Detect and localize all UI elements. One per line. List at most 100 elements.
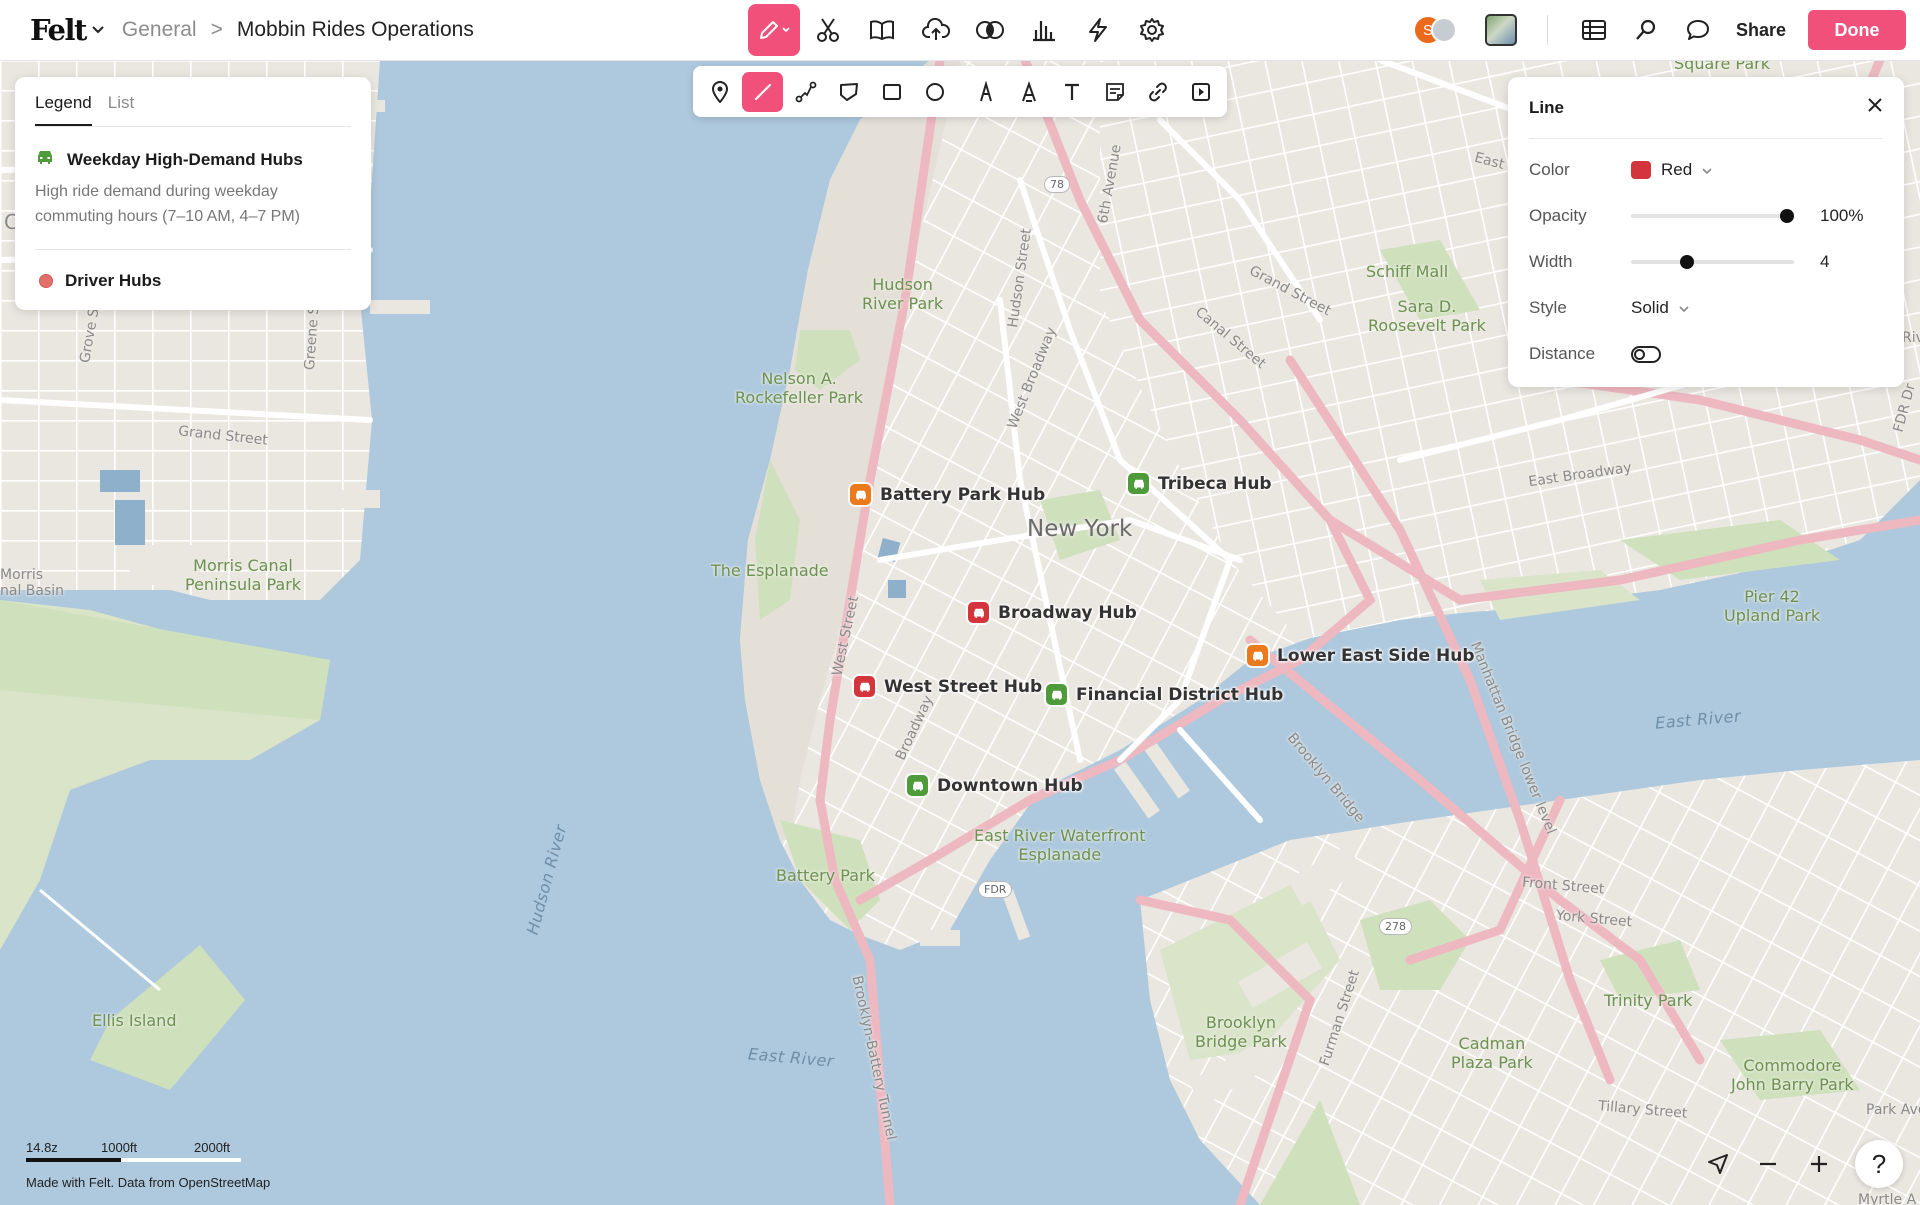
basemap-thumbnail[interactable] [1484,14,1517,46]
felt-logo[interactable]: Felt [30,13,87,47]
legend-layer-title: Driver Hubs [65,271,162,290]
gear-icon[interactable] [1126,4,1178,56]
locate-icon[interactable] [1700,1146,1736,1182]
chevron-down-icon[interactable] [92,21,104,39]
route-icon[interactable] [785,72,826,112]
slider-thumb[interactable] [1780,209,1794,223]
close-icon[interactable] [1867,97,1883,118]
hub-label: Battery Park Hub [880,484,1046,505]
scale-mark: 2000ft [194,1140,231,1155]
legend-layer-title: Weekday High-Demand Hubs [67,149,303,169]
car-icon [968,602,989,623]
scale-segment [26,1158,121,1162]
marker-icon[interactable] [965,72,1006,112]
share-button[interactable]: Share [1736,20,1786,41]
rectangle-icon[interactable] [871,72,912,112]
hub-marker[interactable]: Financial District Hub [1046,684,1283,705]
color-value: Red [1661,160,1693,179]
scissors-icon[interactable] [802,4,854,56]
hub-marker[interactable]: Downtown Hub [907,775,1083,796]
width-value: 4 [1820,252,1830,271]
highlighter-icon[interactable] [1008,72,1049,112]
chevron-down-icon [1702,161,1712,179]
project-title[interactable]: Mobbin Rides Operations [237,18,474,42]
divider [35,249,351,250]
avatar-secondary[interactable] [1430,17,1457,43]
hub-marker[interactable]: Battery Park Hub [850,484,1045,505]
car-icon [35,149,55,170]
done-button[interactable]: Done [1808,10,1906,50]
red-dot-icon [39,274,53,288]
comment-icon[interactable] [1676,8,1720,52]
attribution: Made with Felt. Data from OpenStreetMap [26,1175,271,1190]
opacity-slider[interactable] [1631,209,1794,223]
upload-cloud-icon[interactable] [910,4,962,56]
hub-label: Financial District Hub [1076,684,1284,705]
drawing-toolbar [693,66,1227,117]
width-slider[interactable] [1631,255,1794,269]
hub-label: Lower East Side Hub [1277,645,1475,666]
legend-layer-driver-hubs[interactable]: Driver Hubs [35,271,351,291]
scale-segment [121,1158,241,1162]
breadcrumb-parent[interactable]: General [122,18,197,42]
car-icon [907,775,928,796]
zoom-out-button[interactable] [1750,1146,1786,1182]
search-icon[interactable] [1624,8,1668,52]
distance-toggle[interactable] [1631,345,1661,363]
hub-marker[interactable]: West Street Hub [854,676,1042,697]
book-icon[interactable] [856,4,908,56]
tab-list[interactable]: List [108,93,134,126]
main-toolbar [748,4,1178,56]
tab-legend[interactable]: Legend [35,93,92,126]
line-icon[interactable] [742,71,783,112]
hub-label: Broadway Hub [998,602,1137,623]
divider [1546,15,1548,45]
legend-layer-high-demand[interactable]: Weekday High-Demand Hubs [35,149,351,170]
panel-title: Line [1529,97,1564,117]
hub-marker[interactable]: Broadway Hub [968,602,1137,623]
hub-label: Downtown Hub [937,775,1083,796]
breadcrumb-separator: > [210,18,223,41]
help-button[interactable]: ? [1855,1140,1903,1188]
scale-mark: 1000ft [101,1140,138,1155]
lightning-icon[interactable] [1072,4,1124,56]
opacity-label: Opacity [1529,206,1587,225]
hub-marker[interactable]: Lower East Side Hub [1247,645,1474,666]
link-icon[interactable] [1137,72,1178,112]
width-label: Width [1529,252,1573,271]
table-icon[interactable] [1572,8,1616,52]
color-select[interactable]: Red [1631,160,1712,180]
bar-chart-icon[interactable] [1018,4,1070,56]
pin-icon[interactable] [699,72,740,112]
circle-icon[interactable] [914,72,955,112]
zoom-level: 14.8z [26,1140,58,1155]
zoom-in-button[interactable] [1801,1146,1837,1182]
legend-tabs: Legend List [35,77,351,127]
style-value: Solid [1631,298,1669,317]
route-shield-278: 278 [1379,918,1412,935]
car-icon [854,676,875,697]
slider-thumb[interactable] [1680,255,1694,269]
hub-marker[interactable]: Tribeca Hub [1128,473,1272,494]
color-label: Color [1529,160,1570,179]
toggle-layers-icon[interactable] [964,4,1016,56]
hub-label: West Street Hub [884,676,1043,697]
pencil-icon[interactable] [748,4,800,56]
car-icon [1046,684,1067,705]
car-icon [850,484,871,505]
style-select[interactable]: Solid [1631,298,1689,318]
hub-label: Tribeca Hub [1158,473,1272,494]
top-bar: Felt General > Mobbin Rides Operations S… [0,0,1920,61]
car-icon [1247,645,1268,666]
note-icon[interactable] [1094,72,1135,112]
route-shield-fdr: FDR [978,881,1013,898]
line-style-panel: Line Color Red Opacity 100% Width 4 Styl… [1508,77,1904,387]
text-icon[interactable] [1051,72,1092,112]
opacity-value: 100% [1820,206,1864,225]
style-label: Style [1529,298,1567,317]
header-actions: S Share Done [1412,8,1906,52]
embed-icon[interactable] [1180,72,1221,112]
car-icon [1128,473,1149,494]
polygon-icon[interactable] [828,72,869,112]
route-shield-78: 78 [1044,176,1070,193]
